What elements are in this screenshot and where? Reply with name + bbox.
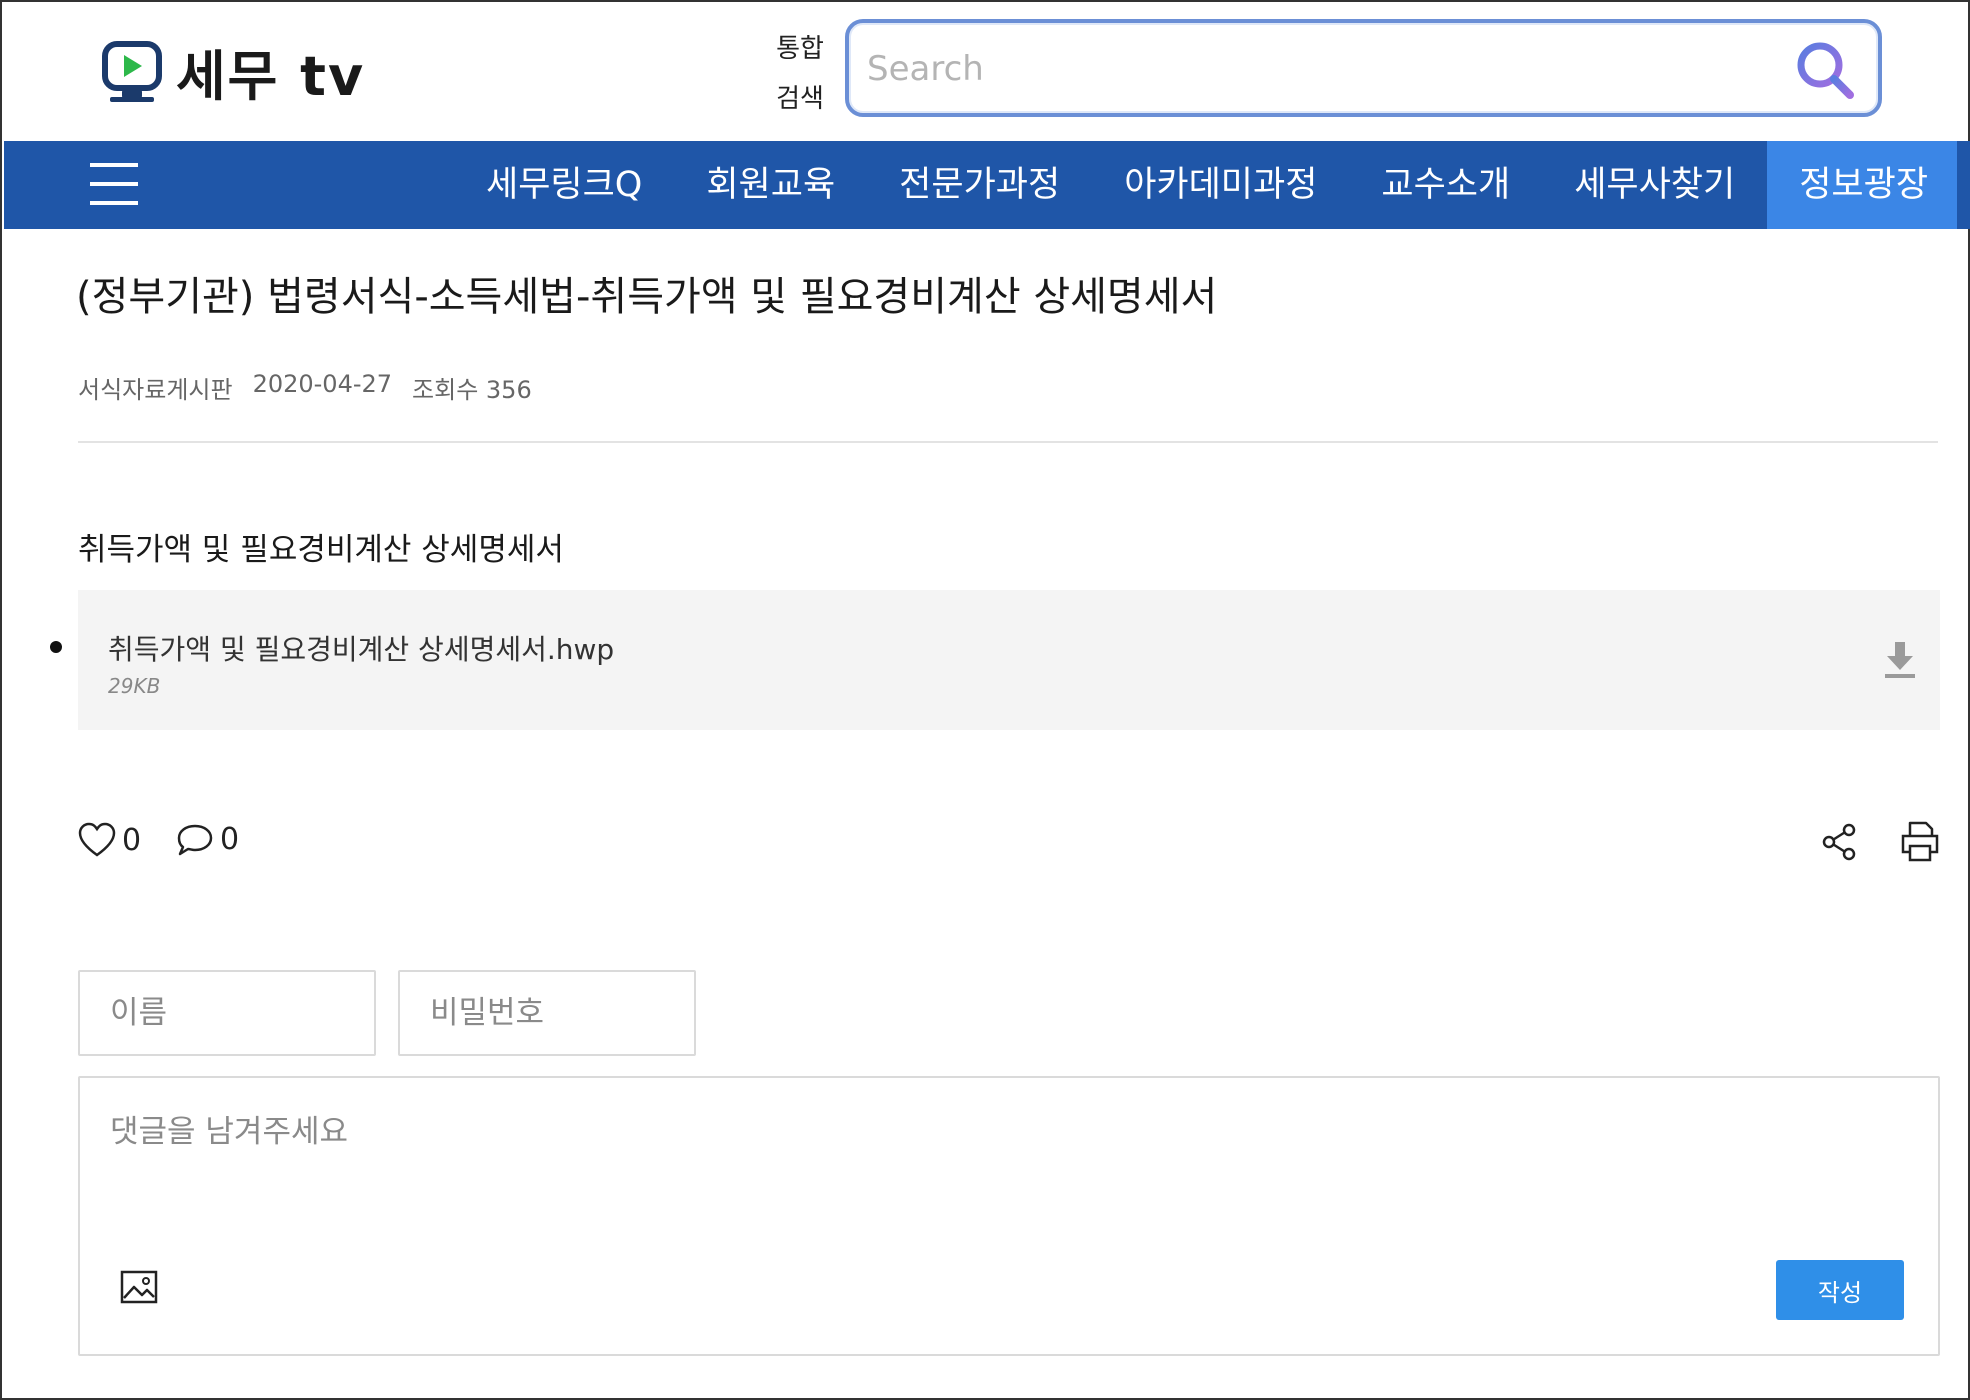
search-label-line2: 검색 [776, 84, 824, 114]
heart-icon [78, 822, 116, 857]
print-icon[interactable] [1900, 820, 1940, 862]
search-icon [1797, 42, 1854, 99]
logo-text: 세무 tv [176, 45, 366, 108]
menu-icon[interactable] [90, 163, 138, 205]
attachment-size: 29KB [108, 674, 161, 698]
search-label: 통합 검색 [770, 24, 830, 124]
comment-count-button[interactable]: 0 [176, 822, 239, 857]
board-link[interactable]: 서식자료게시판 [78, 370, 233, 405]
comment-textarea[interactable] [110, 1106, 1890, 1226]
nav-item-professors[interactable]: 교수소개 [1349, 141, 1542, 229]
list-bullet [50, 641, 62, 653]
nav-item-find-tax-accountant[interactable]: 세무사찾기 [1542, 141, 1767, 229]
main-nav: 세무링크Q 회원교육 전문가과정 아카데미과정 교수소개 세무사찾기 정보광장 [4, 141, 1970, 229]
attachment-name[interactable]: 취득가액 및 필요경비계산 상세명세서.hwp [108, 628, 614, 668]
view-count: 조회수 356 [412, 376, 532, 404]
post-date: 2020-04-27 [252, 370, 393, 398]
like-button[interactable]: 0 [78, 822, 141, 858]
name-input[interactable] [78, 970, 376, 1056]
comment-box: 작성 [78, 1076, 1940, 1356]
image-upload-icon[interactable] [120, 1270, 158, 1304]
search-input[interactable] [867, 41, 1747, 97]
nav-item-expert-course[interactable]: 전문가과정 [867, 141, 1092, 229]
nav-item-semulink[interactable]: 세무링크Q [454, 141, 674, 229]
speech-bubble-icon [177, 824, 213, 855]
nav-item-academy-course[interactable]: 아카데미과정 [1092, 141, 1349, 229]
like-count: 0 [122, 822, 142, 858]
nav-item-member-education[interactable]: 회원교육 [674, 141, 867, 229]
nav-items: 세무링크Q 회원교육 전문가과정 아카데미과정 교수소개 세무사찾기 정보광장 [454, 141, 1958, 229]
search-label-line1: 통합 [776, 34, 824, 64]
search-button[interactable] [1790, 35, 1860, 105]
post-body: 취득가액 및 필요경비계산 상세명세서 [78, 532, 564, 568]
page-frame: 세무 tv 통합 검색 세무링크Q 회 [0, 0, 1970, 1400]
submit-comment-button[interactable]: 작성 [1776, 1260, 1904, 1320]
post-title: (정부기관) 법령서식-소득세법-취득가액 및 필요경비계산 상세명세서 [76, 274, 1218, 320]
share-icon[interactable] [1820, 822, 1858, 862]
attachment-item[interactable]: 취득가액 및 필요경비계산 상세명세서.hwp 29KB [78, 590, 1940, 730]
nav-item-info-plaza[interactable]: 정보광장 [1767, 141, 1958, 229]
post-meta: 서식자료게시판 2020-04-27 조회수 356 [78, 370, 532, 405]
tv-logo-icon [102, 40, 162, 102]
site-logo[interactable]: 세무 tv [102, 32, 365, 111]
download-icon[interactable] [1882, 640, 1918, 680]
password-input[interactable] [398, 970, 696, 1056]
comment-count: 0 [220, 822, 240, 857]
search-box [845, 19, 1882, 117]
divider [78, 441, 1938, 443]
